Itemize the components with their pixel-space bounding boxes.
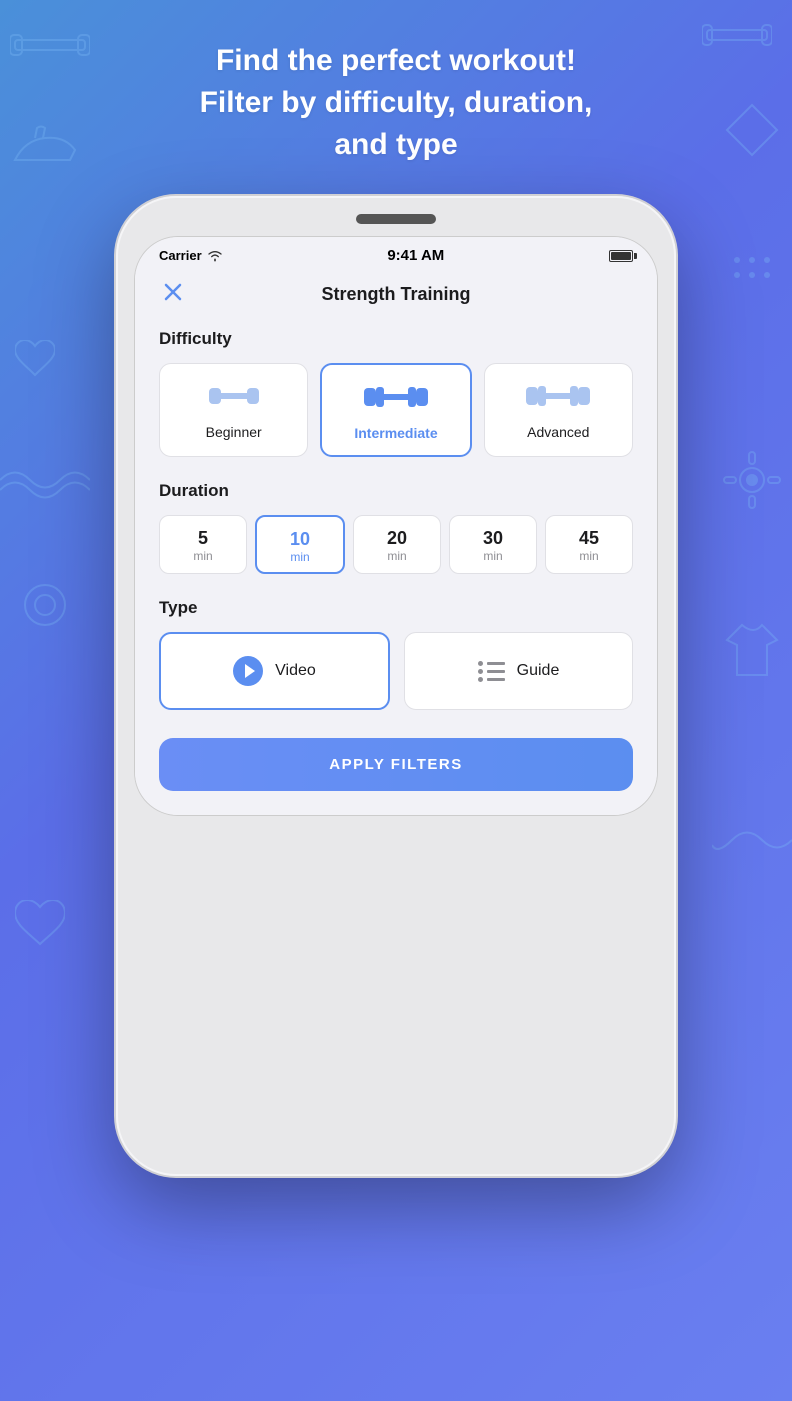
- difficulty-label: Difficulty: [159, 329, 633, 349]
- close-button[interactable]: [159, 278, 187, 312]
- duration-30-value: 30: [483, 528, 503, 549]
- duration-10-unit: min: [290, 550, 309, 564]
- guide-label: Guide: [517, 662, 560, 680]
- carrier-info: Carrier: [159, 248, 223, 263]
- intermediate-dumbbell-icon: [362, 383, 430, 411]
- header-text: Find the perfect workout! Filter by diff…: [140, 40, 653, 166]
- type-video[interactable]: Video: [159, 632, 390, 710]
- beginner-label: Beginner: [206, 424, 262, 440]
- duration-20[interactable]: 20 min: [353, 515, 441, 574]
- nav-bar: Strength Training: [159, 284, 633, 305]
- duration-30-unit: min: [483, 549, 502, 563]
- duration-5-value: 5: [198, 528, 208, 549]
- phone-screen: Carrier 9:41 AM: [134, 236, 658, 816]
- type-guide[interactable]: Guide: [404, 632, 633, 710]
- status-bar: Carrier 9:41 AM: [135, 237, 657, 268]
- status-time: 9:41 AM: [387, 247, 444, 264]
- duration-20-value: 20: [387, 528, 407, 549]
- advanced-dumbbell-icon: [524, 382, 592, 410]
- video-label: Video: [275, 662, 316, 680]
- phone-speaker: [356, 214, 436, 224]
- duration-30[interactable]: 30 min: [449, 515, 537, 574]
- duration-45-value: 45: [579, 528, 599, 549]
- duration-20-unit: min: [387, 549, 406, 563]
- duration-10-value: 10: [290, 529, 310, 550]
- play-icon: [233, 656, 263, 686]
- type-label: Type: [159, 598, 633, 618]
- status-right: [609, 250, 633, 262]
- advanced-label: Advanced: [527, 424, 589, 440]
- list-icon: [478, 661, 505, 682]
- difficulty-section: Difficulty Beginner: [159, 329, 633, 457]
- app-content: Strength Training Difficulty: [135, 268, 657, 815]
- beginner-dumbbell-icon: [205, 382, 263, 410]
- duration-cards: 5 min 10 min 20 min 30: [159, 515, 633, 574]
- difficulty-intermediate[interactable]: Intermediate: [320, 363, 471, 457]
- duration-5[interactable]: 5 min: [159, 515, 247, 574]
- duration-5-unit: min: [193, 549, 212, 563]
- type-section: Type Video: [159, 598, 633, 710]
- battery-icon: [609, 250, 633, 262]
- duration-label: Duration: [159, 481, 633, 501]
- intermediate-label: Intermediate: [354, 425, 437, 441]
- type-cards: Video Guide: [159, 632, 633, 710]
- wifi-icon: [207, 250, 223, 262]
- duration-45[interactable]: 45 min: [545, 515, 633, 574]
- duration-10[interactable]: 10 min: [255, 515, 345, 574]
- duration-45-unit: min: [579, 549, 598, 563]
- phone-frame: Carrier 9:41 AM: [116, 196, 676, 1176]
- duration-section: Duration 5 min 10 min 20 min: [159, 481, 633, 574]
- apply-filters-button[interactable]: APPLY FILTERS: [159, 738, 633, 791]
- nav-title: Strength Training: [321, 284, 470, 305]
- phone-mockup: Carrier 9:41 AM: [116, 196, 676, 1176]
- difficulty-cards: Beginner: [159, 363, 633, 457]
- difficulty-beginner[interactable]: Beginner: [159, 363, 308, 457]
- difficulty-advanced[interactable]: Advanced: [484, 363, 633, 457]
- play-triangle: [245, 664, 255, 678]
- carrier-label: Carrier: [159, 248, 202, 263]
